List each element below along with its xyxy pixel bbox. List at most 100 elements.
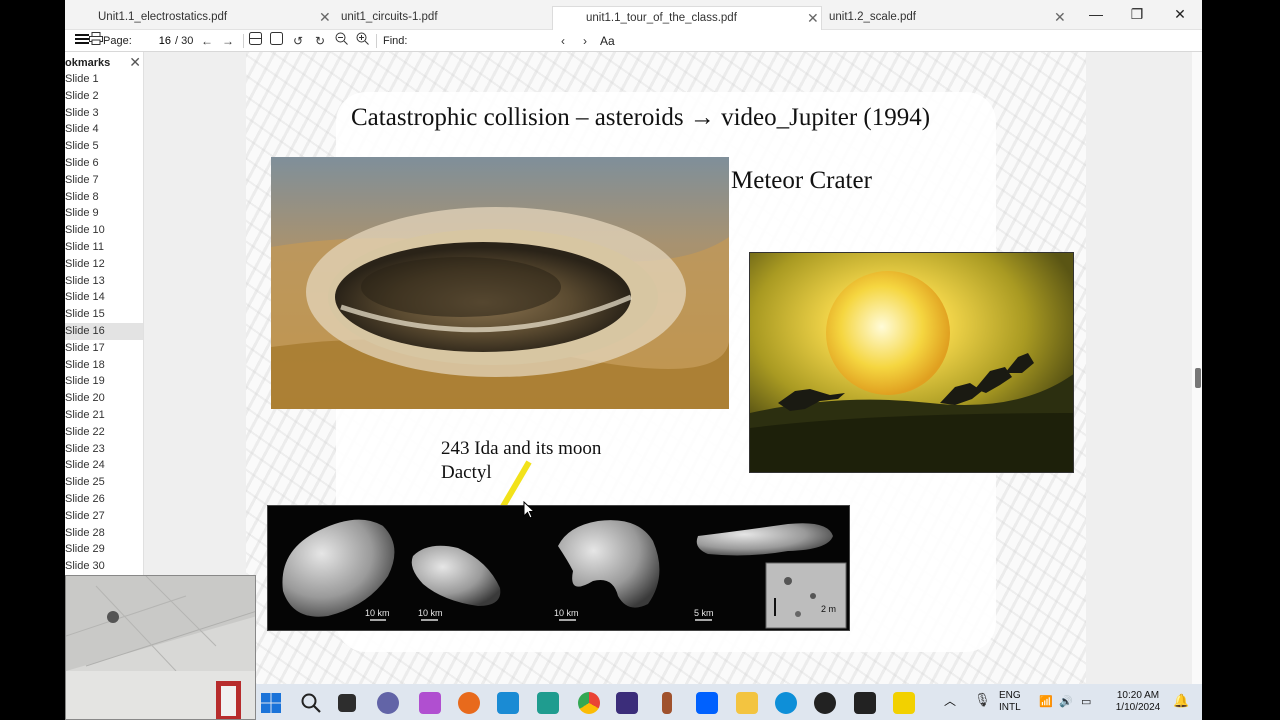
bookmark-item[interactable]: Slide 3 <box>65 105 143 122</box>
bookmark-item[interactable]: Slide 14 <box>65 289 143 306</box>
page-layout-icon[interactable] <box>246 32 264 50</box>
bookmark-item[interactable]: Slide 28 <box>65 525 143 542</box>
pdf-app-icon[interactable] <box>893 692 915 714</box>
bookmark-item[interactable]: Slide 13 <box>65 273 143 290</box>
close-icon[interactable]: ✕ <box>1054 9 1066 26</box>
find-input[interactable] <box>415 33 555 49</box>
bookmark-item[interactable]: Slide 23 <box>65 441 143 458</box>
chrome-icon[interactable] <box>578 692 600 714</box>
app-icon[interactable] <box>537 692 559 714</box>
arrow-left-icon[interactable]: ← <box>198 32 216 50</box>
sticky-notes-icon[interactable] <box>854 692 876 714</box>
bookmark-item[interactable]: Slide 1 <box>65 71 143 88</box>
bookmark-item[interactable]: Slide 22 <box>65 424 143 441</box>
zoom-in-icon[interactable] <box>353 32 371 50</box>
tab-circuits[interactable]: unit1_circuits-1.pdf ✕ <box>308 6 578 30</box>
toolbar-divider <box>376 34 377 48</box>
bookmark-item[interactable]: Slide 21 <box>65 407 143 424</box>
mouse-pointer-icon <box>523 501 535 519</box>
restore-icon[interactable]: ❐ <box>1115 6 1159 30</box>
tab-label: unit1.2_scale.pdf <box>829 11 916 23</box>
bookmark-item[interactable]: Slide 20 <box>65 390 143 407</box>
bookmark-item[interactable]: Slide 19 <box>65 373 143 390</box>
close-icon[interactable]: ✕ <box>129 54 141 71</box>
bookmark-item[interactable]: Slide 10 <box>65 222 143 239</box>
clock-date: 1/10/2024 <box>1115 702 1161 713</box>
bookmark-item[interactable]: Slide 25 <box>65 474 143 491</box>
microphone-icon[interactable]: 🎙 <box>974 693 991 706</box>
notifications-icon[interactable]: 🔔 <box>1173 694 1189 707</box>
windows-start-icon[interactable] <box>260 692 282 714</box>
meteor-crater-photo <box>271 157 729 409</box>
app-icon[interactable] <box>616 692 638 714</box>
edge-icon[interactable] <box>775 692 797 714</box>
file-explorer-icon[interactable] <box>736 692 758 714</box>
tab-label: unit1_circuits-1.pdf <box>341 11 438 23</box>
scale-label: 10 km <box>554 608 579 618</box>
wifi-icon[interactable]: 📶 <box>1039 696 1053 708</box>
firefox-icon[interactable] <box>458 692 480 714</box>
find-next-icon[interactable]: › <box>576 32 594 50</box>
task-view-icon[interactable] <box>338 694 356 712</box>
dropbox-icon[interactable] <box>696 692 718 714</box>
toolbar: Page: / 30 ← → ↺ ↻ Find: ‹ › Aa <box>65 30 1202 52</box>
zoom-out-icon[interactable] <box>332 32 350 50</box>
match-case-button[interactable]: Aa <box>600 33 615 49</box>
pencil-icon[interactable] <box>662 692 672 714</box>
chevron-up-icon[interactable]: ︿ <box>944 695 956 707</box>
document-viewer[interactable]: Catastrophic collision – asteroids → vid… <box>144 52 1202 720</box>
dinosaur-impact-illustration <box>749 252 1074 473</box>
bookmarks-header: okmarks ✕ <box>65 54 143 72</box>
close-window-icon[interactable]: ✕ <box>1158 6 1202 30</box>
rotate-left-icon[interactable]: ↺ <box>289 32 307 50</box>
bookmark-item[interactable]: Slide 7 <box>65 172 143 189</box>
app-icon[interactable] <box>814 692 836 714</box>
bookmark-item[interactable]: Slide 2 <box>65 88 143 105</box>
volume-icon[interactable]: 🔊 <box>1059 696 1073 708</box>
rotate-right-icon[interactable]: ↻ <box>311 32 329 50</box>
page-number-input[interactable] <box>135 33 171 49</box>
snipping-tool-icon[interactable] <box>419 692 441 714</box>
bookmark-item[interactable]: Slide 16 <box>65 322 143 340</box>
bookmarks-title: okmarks <box>65 57 111 69</box>
meteor-crater-label: Meteor Crater <box>731 167 872 194</box>
tab-scale[interactable]: unit1.2_scale.pdf ✕ <box>796 6 1066 30</box>
scale-label: 10 km <box>418 608 443 618</box>
arrow-right-icon[interactable]: → <box>219 32 237 50</box>
bookmark-item[interactable]: Slide 15 <box>65 306 143 323</box>
language-code: ENG <box>999 690 1021 701</box>
vertical-scrollbar[interactable] <box>1192 52 1202 720</box>
bookmark-item[interactable]: Slide 18 <box>65 357 143 374</box>
pdf-page: Catastrophic collision – asteroids → vid… <box>246 52 1086 720</box>
scale-label: 10 km <box>365 608 390 618</box>
scale-label: 5 km <box>694 608 714 618</box>
page-label: Page: <box>103 35 132 47</box>
bookmark-item[interactable]: Slide 12 <box>65 256 143 273</box>
bookmark-item[interactable]: Slide 9 <box>65 205 143 222</box>
bookmark-item[interactable]: Slide 6 <box>65 155 143 172</box>
minimize-icon[interactable]: — <box>1074 6 1118 30</box>
tab-tour-of-the-class[interactable]: unit1.1_tour_of_the_class.pdf ✕ <box>552 6 822 30</box>
bookmark-item[interactable]: Slide 26 <box>65 491 143 508</box>
bookmark-item[interactable]: Slide 11 <box>65 239 143 256</box>
language-indicator[interactable]: ENG INTL <box>999 690 1021 714</box>
app-icon[interactable] <box>497 692 519 714</box>
teams-icon[interactable] <box>377 692 399 714</box>
search-icon[interactable] <box>300 692 322 714</box>
bookmark-item[interactable]: Slide 17 <box>65 340 143 357</box>
bookmark-item[interactable]: Slide 27 <box>65 508 143 525</box>
bookmark-item[interactable]: Slide 29 <box>65 541 143 558</box>
bookmark-item[interactable]: Slide 4 <box>65 121 143 138</box>
clock[interactable]: 10:20 AM 1/10/2024 <box>1108 690 1168 714</box>
fit-page-icon[interactable] <box>267 32 285 50</box>
keyboard-layout: INTL <box>999 702 1021 713</box>
battery-icon[interactable]: ▭ <box>1081 696 1091 708</box>
bookmark-item[interactable]: Slide 30 <box>65 558 143 575</box>
bookmark-item[interactable]: Slide 8 <box>65 189 143 206</box>
bookmark-item[interactable]: Slide 24 <box>65 457 143 474</box>
find-previous-icon[interactable]: ‹ <box>554 32 572 50</box>
scrollbar-thumb[interactable] <box>1195 368 1201 388</box>
tab-electrostatics[interactable]: Unit1.1_electrostatics.pdf ✕ <box>65 6 335 30</box>
tab-label: unit1.1_tour_of_the_class.pdf <box>586 12 737 24</box>
bookmark-item[interactable]: Slide 5 <box>65 138 143 155</box>
